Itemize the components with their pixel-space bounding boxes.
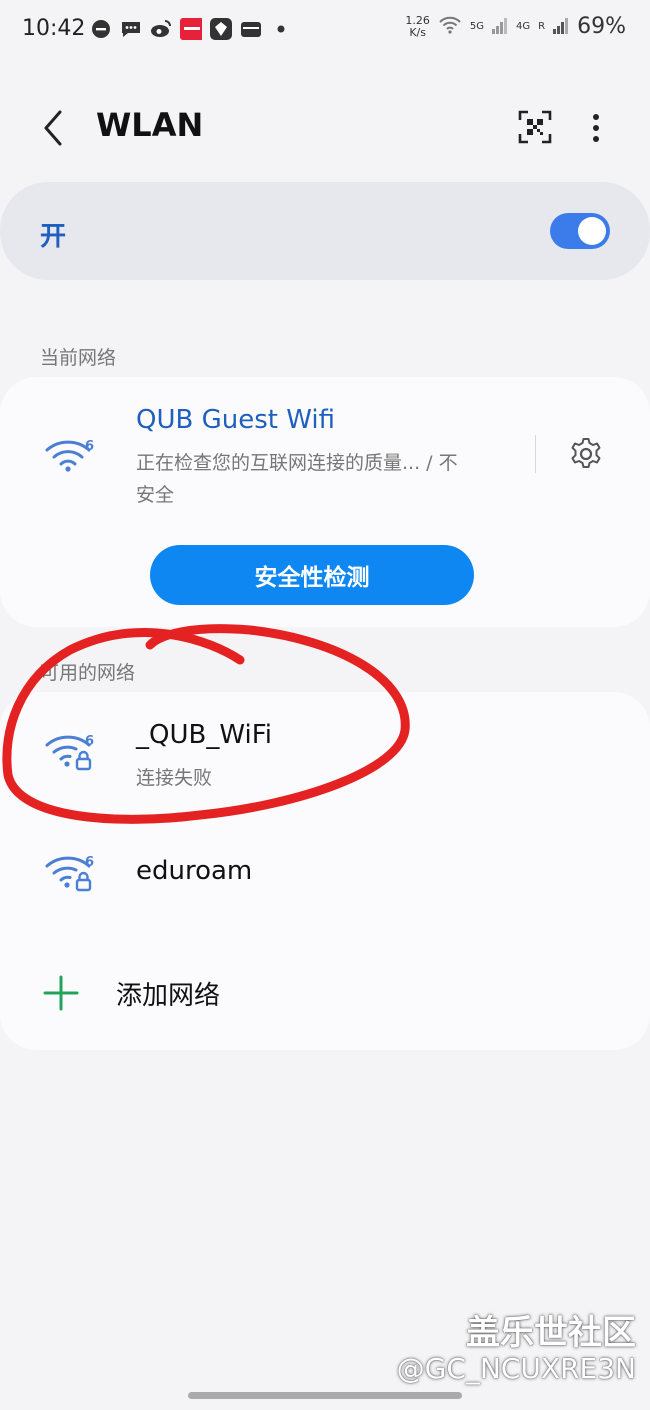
gear-icon[interactable]: [568, 436, 604, 472]
wifi-signal-icon: 6: [44, 432, 96, 478]
switch-knob: [578, 217, 606, 245]
plus-icon[interactable]: [42, 974, 80, 1012]
wlan-toggle-label: 开: [40, 222, 67, 252]
red-annotation-circle: [2, 624, 410, 824]
net-5g-label: 5G: [469, 21, 485, 32]
weibo-icon: [150, 18, 172, 40]
current-network-section-label: 当前网络: [40, 347, 117, 369]
wifi-status-icon: [438, 15, 462, 39]
network-speed: 1.26 K/s: [405, 13, 430, 39]
qr-scan-icon[interactable]: [518, 110, 552, 144]
roaming-label: R: [538, 21, 546, 32]
home-indicator[interactable]: [188, 1392, 462, 1399]
current-network-status: 正在检查您的互联网连接的质量... / 不: [136, 452, 458, 474]
battery-level: 69%: [577, 14, 626, 39]
speed-unit: K/s: [409, 25, 426, 39]
network-name: eduroam: [136, 856, 253, 886]
more-vert-icon[interactable]: [584, 110, 608, 146]
add-network-button[interactable]: 添加网络: [116, 975, 220, 1012]
network-row-eduroam[interactable]: [0, 830, 650, 920]
status-indicators: 1.26 K/s 5G 4G R 69%: [405, 14, 626, 39]
current-network-status-2: 安全: [136, 484, 175, 506]
status-notification-icons: [90, 18, 292, 40]
speed-value: 1.26: [405, 13, 430, 27]
page-title: WLAN: [96, 106, 204, 144]
wallet-icon: [240, 18, 262, 40]
xiaohongshu-icon: [180, 18, 202, 40]
wlan-switch[interactable]: [550, 213, 610, 249]
wifi6-badge: 6: [85, 439, 94, 454]
wifi-lock-icon: 6: [44, 848, 96, 894]
more-notifications-icon: [270, 18, 292, 40]
status-time: 10:42: [22, 16, 86, 41]
dnd-icon: [90, 18, 112, 40]
current-network-name[interactable]: QUB Guest Wifi: [136, 405, 335, 435]
security-check-button[interactable]: 安全性检测: [150, 545, 474, 605]
row-divider: [535, 435, 536, 473]
watermark-community: 盖乐世社区: [466, 1313, 636, 1353]
net-4g-label: 4G: [516, 21, 531, 32]
wifi6-badge: 6: [85, 855, 94, 870]
message-icon: [120, 18, 142, 40]
watermark-user: @GC_NCUXRE3N: [396, 1352, 636, 1385]
signal-1-icon: [492, 16, 508, 38]
signal-2-icon: [553, 16, 569, 38]
shield-app-icon: [210, 18, 232, 40]
back-arrow-icon[interactable]: [38, 108, 72, 148]
